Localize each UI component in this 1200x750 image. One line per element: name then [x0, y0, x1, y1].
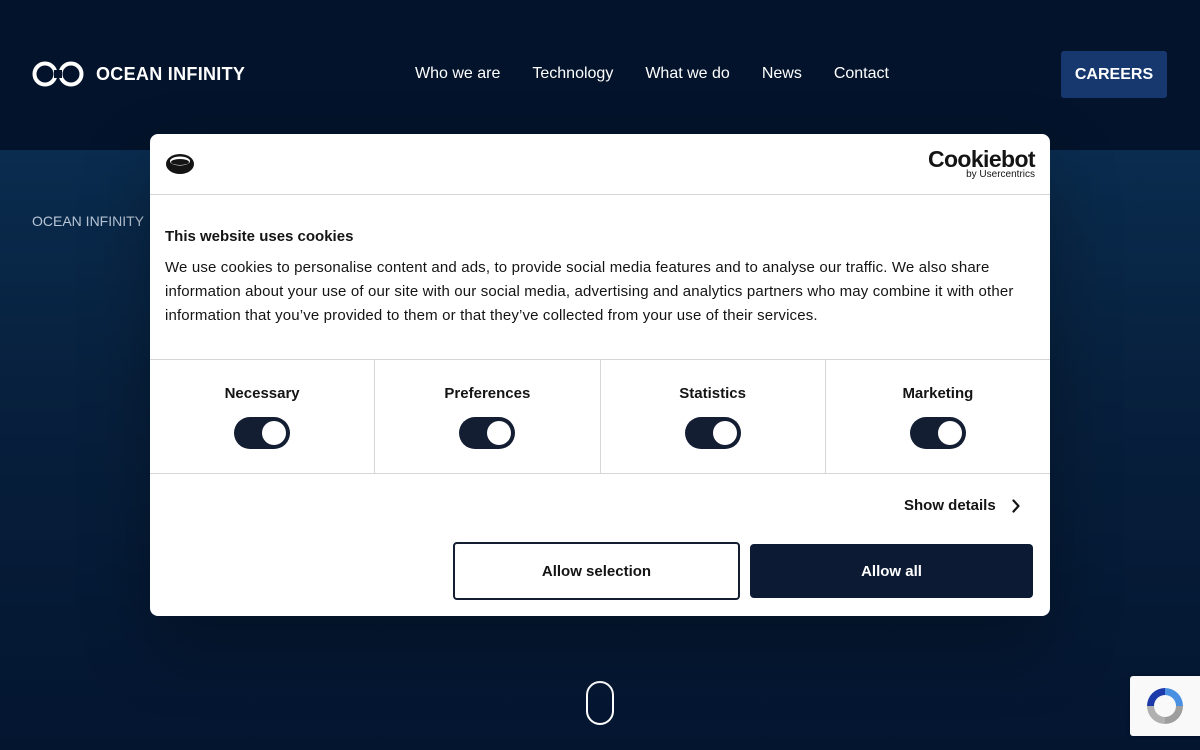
consent-categories: Necessary Preferences Statistics Marketi…	[150, 359, 1050, 474]
cookiebot-brand-main: Cookiebot	[927, 146, 1036, 172]
toggle-knob	[937, 421, 962, 445]
category-label: Statistics	[679, 385, 746, 402]
scroll-indicator-icon[interactable]	[586, 681, 614, 725]
site-header: OCEAN INFINITY Who we are Technology Wha…	[0, 0, 1200, 150]
category-preferences: Preferences	[375, 360, 601, 473]
brand-name: OCEAN INFINITY	[96, 63, 246, 84]
nav-what-we-do[interactable]: What we do	[629, 64, 745, 84]
careers-button[interactable]: CAREERS	[1061, 51, 1167, 98]
recaptcha-badge[interactable]	[1130, 676, 1200, 736]
nav-technology[interactable]: Technology	[516, 64, 629, 84]
statistics-toggle[interactable]	[684, 417, 741, 449]
cookiebot-brand[interactable]: Cookiebot by Usercentrics	[927, 146, 1036, 180]
nav-contact[interactable]: Contact	[818, 64, 905, 84]
nav-news[interactable]: News	[746, 64, 818, 84]
show-details-label: Show details	[904, 497, 996, 514]
category-label: Necessary	[224, 385, 300, 402]
breadcrumb[interactable]: OCEAN INFINITY	[32, 213, 144, 229]
cookie-consent-dialog: Cookiebot by Usercentrics This website u…	[150, 134, 1050, 616]
dialog-header: Cookiebot by Usercentrics	[150, 134, 1050, 195]
category-label: Marketing	[902, 385, 974, 402]
nav-who-we-are[interactable]: Who we are	[399, 64, 516, 84]
allow-all-button[interactable]: Allow all	[750, 544, 1033, 598]
preferences-toggle[interactable]	[459, 417, 516, 449]
dialog-title: This website uses cookies	[165, 228, 354, 245]
necessary-toggle[interactable]	[234, 417, 291, 449]
category-statistics: Statistics	[601, 360, 826, 473]
main-nav: Who we are Technology What we do News Co…	[399, 64, 905, 84]
toggle-knob	[487, 421, 512, 445]
marketing-toggle[interactable]	[909, 417, 966, 449]
dialog-body: We use cookies to personalise content an…	[165, 259, 1014, 324]
allow-selection-button[interactable]: Allow selection	[453, 542, 740, 600]
infinity-logo-icon	[32, 61, 84, 87]
category-marketing: Marketing	[826, 360, 1050, 473]
category-necessary: Necessary	[150, 360, 376, 473]
toggle-knob	[262, 421, 287, 445]
toggle-knob	[712, 421, 737, 445]
cookiebot-logo-icon	[166, 154, 194, 174]
chevron-right-icon	[1012, 498, 1020, 513]
site-logo[interactable]: OCEAN INFINITY	[32, 60, 245, 88]
category-label: Preferences	[444, 385, 531, 402]
recaptcha-icon	[1147, 688, 1183, 724]
show-details-link[interactable]: Show details	[904, 497, 1020, 514]
